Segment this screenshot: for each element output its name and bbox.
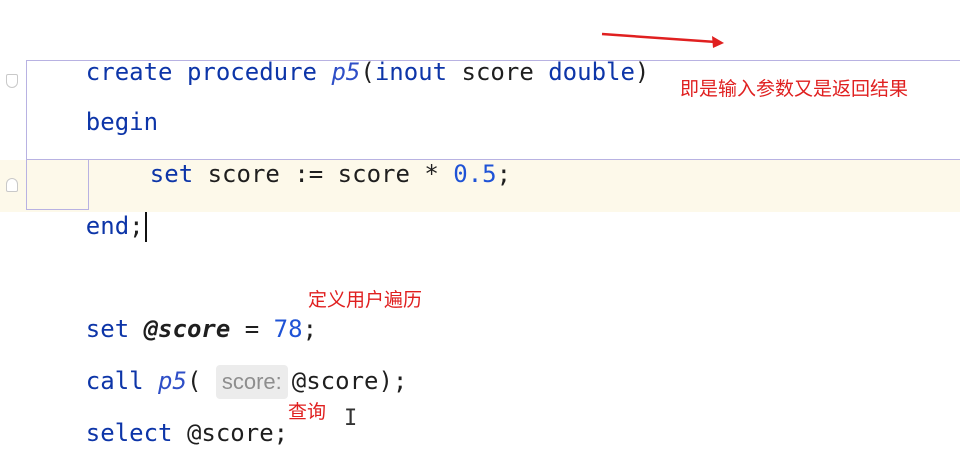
argument: @score bbox=[291, 367, 379, 395]
code-editor[interactable]: create procedure p5(inout score double) … bbox=[0, 0, 960, 459]
op-assign: := bbox=[294, 160, 324, 188]
fold-close-icon[interactable] bbox=[6, 178, 18, 192]
code-line-3[interactable]: set score := score * 0.5; bbox=[92, 114, 511, 188]
fold-open-icon[interactable] bbox=[6, 74, 18, 88]
number-literal: 0.5 bbox=[453, 160, 497, 188]
set-annotation: 定义用户遍历 bbox=[308, 289, 423, 311]
code-line-5[interactable]: set @score = 78; bbox=[28, 269, 317, 343]
code-line-6[interactable]: call p5( score: @score); bbox=[28, 321, 407, 399]
code-line-4[interactable]: end; bbox=[28, 166, 147, 242]
keyword-procedure: procedure bbox=[186, 58, 317, 86]
semicolon: ; bbox=[273, 419, 289, 447]
keyword-select: select bbox=[85, 419, 173, 447]
paren-close: ) bbox=[634, 58, 650, 86]
select-annotation: 查询 bbox=[288, 401, 327, 423]
red-arrow-icon bbox=[601, 32, 724, 48]
code-line-1[interactable]: create procedure p5(inout score double) bbox=[28, 12, 650, 86]
var-score-rhs: score bbox=[337, 160, 410, 188]
op-multiply: * bbox=[424, 160, 439, 188]
code-line-7[interactable]: select @score; bbox=[28, 373, 288, 447]
i-beam-cursor-icon: I bbox=[344, 406, 358, 431]
procedure-name: p5 bbox=[331, 58, 361, 86]
code-line-2[interactable]: begin bbox=[28, 62, 158, 136]
keyword-double: double bbox=[548, 58, 635, 86]
user-variable: @score bbox=[186, 419, 274, 447]
keyword-end: end bbox=[85, 212, 130, 240]
inout-annotation: 即是输入参数又是返回结果 bbox=[680, 78, 909, 100]
paren-open: ( bbox=[360, 58, 375, 86]
text-caret bbox=[144, 212, 147, 242]
editor-gutter bbox=[0, 0, 26, 459]
var-score: score bbox=[207, 160, 280, 188]
close-paren-semicolon: ); bbox=[378, 367, 408, 395]
semicolon: ; bbox=[496, 160, 512, 188]
keyword-set: set bbox=[149, 160, 194, 188]
param-name: score bbox=[461, 58, 534, 86]
semicolon: ; bbox=[129, 212, 144, 240]
keyword-inout: inout bbox=[374, 58, 448, 86]
